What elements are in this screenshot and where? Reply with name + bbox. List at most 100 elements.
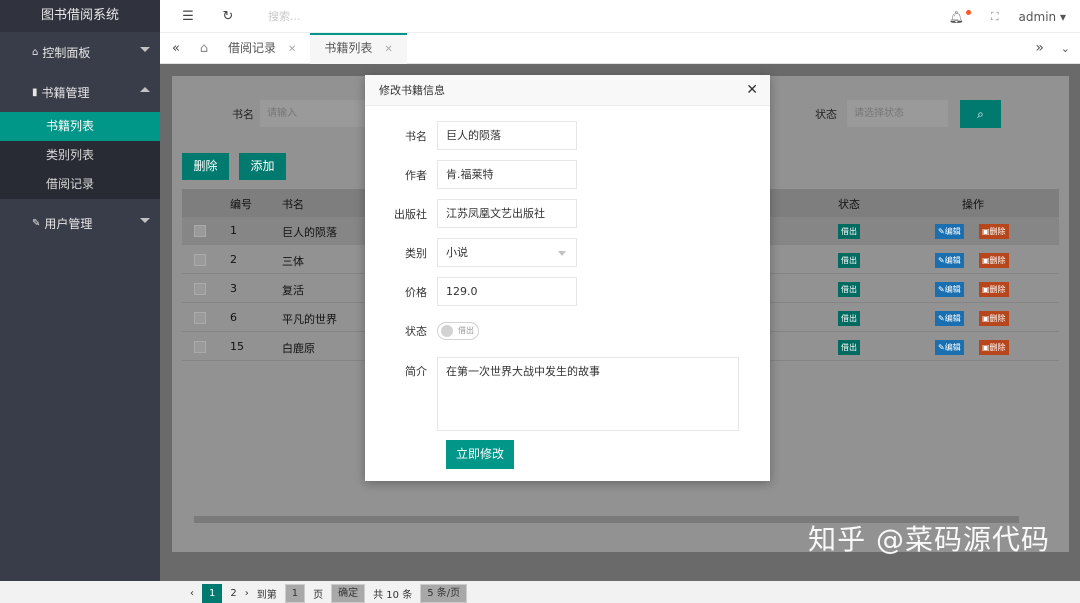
menu-fold-icon[interactable]: ☰ xyxy=(178,9,198,24)
close-icon[interactable]: ✕ xyxy=(746,75,758,106)
field-name: 书名 巨人的陨落 xyxy=(365,121,577,150)
row-delete-button[interactable]: ▣删除 xyxy=(979,224,1009,239)
th-id: 编号 xyxy=(230,196,252,212)
th-name: 书名 xyxy=(282,196,304,212)
status-badge: 借出 xyxy=(838,282,860,297)
intro-textarea[interactable]: 在第一次世界大战中发生的故事 xyxy=(437,357,739,431)
book-name-input[interactable]: 巨人的陨落 xyxy=(437,121,577,150)
page-current[interactable]: 1 xyxy=(202,584,222,603)
row-delete-button[interactable]: ▣删除 xyxy=(979,253,1009,268)
user-menu[interactable]: admin ▾ xyxy=(1019,10,1066,24)
modal-title: 修改书籍信息 xyxy=(379,84,445,97)
cell-id: 2 xyxy=(230,253,237,266)
price-input[interactable]: 129.0 xyxy=(437,277,577,306)
page-next-number[interactable]: 2 xyxy=(230,588,236,599)
chevron-down-icon xyxy=(140,218,150,223)
top-search-input[interactable]: 搜索... xyxy=(268,8,301,24)
filter-status-label: 状态 xyxy=(815,106,837,122)
total-count: 共 10 条 xyxy=(373,586,412,601)
home-icon: ⌂ xyxy=(32,47,38,58)
prev-page-icon[interactable]: ‹ xyxy=(190,588,194,599)
status-badge: 借出 xyxy=(838,311,860,326)
submit-edit-button[interactable]: 立即修改 xyxy=(446,440,514,469)
sidebar-item-books[interactable]: ▮ 书籍管理 xyxy=(0,72,160,112)
edit-button[interactable]: ✎编辑 xyxy=(935,311,964,326)
sidebar-item-dashboard[interactable]: ⌂ 控制面板 xyxy=(0,32,160,72)
submenu-books: 书籍列表 类别列表 借阅记录 xyxy=(0,112,160,199)
status-badge: 借出 xyxy=(838,340,860,355)
top-bar-right: 🔔︎ ⛶ admin ▾ xyxy=(949,0,1066,33)
add-button[interactable]: 添加 xyxy=(239,153,286,180)
tab-book-list[interactable]: 书籍列表 ✕ xyxy=(310,33,406,64)
notification-dot xyxy=(966,10,971,15)
delete-button[interactable]: 删除 xyxy=(182,153,229,180)
row-checkbox[interactable] xyxy=(194,254,206,266)
goto-confirm-button[interactable]: 确定 xyxy=(331,584,365,603)
pencil-icon: ✎ xyxy=(32,218,40,229)
search-icon: ⌕ xyxy=(977,107,984,121)
filter-name-input[interactable]: 请输入 xyxy=(260,100,380,127)
publisher-input[interactable]: 江苏凤凰文艺出版社 xyxy=(437,199,577,228)
row-delete-button[interactable]: ▣删除 xyxy=(979,340,1009,355)
sidebar-item-users[interactable]: ✎ 用户管理 xyxy=(0,203,160,243)
edit-button[interactable]: ✎编辑 xyxy=(935,282,964,297)
search-button[interactable]: ⌕ xyxy=(960,100,1001,128)
row-checkbox[interactable] xyxy=(194,225,206,237)
sidebar-item-label: 书籍管理 xyxy=(42,84,90,101)
cell-id: 3 xyxy=(230,282,237,295)
tabs-menu-icon[interactable]: ⌄ xyxy=(1061,42,1070,55)
row-delete-button[interactable]: ▣删除 xyxy=(979,311,1009,326)
fullscreen-icon[interactable]: ⛶ xyxy=(991,10,999,24)
page-size-select[interactable]: 5 条/页 xyxy=(420,584,467,603)
sidebar-item-borrow-records[interactable]: 借阅记录 xyxy=(0,170,160,199)
tab-borrow-records[interactable]: 借阅记录 ✕ xyxy=(214,33,310,64)
pagination: ‹ 1 2 › 到第 1 页 确定 共 10 条 5 条/页 xyxy=(190,584,467,603)
goto-input[interactable]: 1 xyxy=(285,584,305,603)
cell-name: 白鹿原 xyxy=(282,340,315,356)
book-icon: ▮ xyxy=(32,87,38,98)
row-checkbox[interactable] xyxy=(194,283,206,295)
edit-button[interactable]: ✎编辑 xyxy=(935,253,964,268)
edit-book-modal: 修改书籍信息 ✕ 书名 巨人的陨落 作者 肯.福莱特 出版社 江苏凤凰文艺出版社… xyxy=(365,75,770,481)
category-select[interactable]: 小说 xyxy=(437,238,577,267)
category-value: 小说 xyxy=(446,246,468,259)
modal-header: 修改书籍信息 ✕ xyxy=(365,75,770,106)
cell-id: 6 xyxy=(230,311,237,324)
top-bar: ☰ ↻ 搜索... 🔔︎ ⛶ admin ▾ xyxy=(160,0,1080,33)
field-price: 价格 129.0 xyxy=(365,277,577,306)
close-icon[interactable]: ✕ xyxy=(288,44,296,55)
next-page-icon[interactable]: › xyxy=(245,588,249,599)
field-category: 类别 小说 xyxy=(365,238,577,267)
field-status: 状态 借出 xyxy=(365,322,479,340)
row-checkbox[interactable] xyxy=(194,312,206,324)
field-label: 价格 xyxy=(365,284,437,300)
home-tab-icon[interactable]: ⌂ xyxy=(194,41,214,56)
app-logo: 图书借阅系统 xyxy=(0,0,160,32)
bell-icon[interactable]: 🔔︎ xyxy=(949,10,971,24)
close-icon[interactable]: ✕ xyxy=(384,44,392,55)
status-switch[interactable]: 借出 xyxy=(437,322,479,340)
goto-label: 到第 xyxy=(257,586,277,601)
author-input[interactable]: 肯.福莱特 xyxy=(437,160,577,189)
sidebar-item-book-list[interactable]: 书籍列表 xyxy=(0,112,160,141)
tab-label: 借阅记录 xyxy=(228,41,276,55)
tabs-prev-icon[interactable]: « xyxy=(166,41,186,56)
user-name: admin xyxy=(1019,10,1057,24)
edit-button[interactable]: ✎编辑 xyxy=(935,340,964,355)
refresh-icon[interactable]: ↻ xyxy=(218,9,238,24)
field-label: 书名 xyxy=(365,128,437,144)
switch-knob xyxy=(441,325,453,337)
edit-button[interactable]: ✎编辑 xyxy=(935,224,964,239)
row-checkbox[interactable] xyxy=(194,341,206,353)
status-badge: 借出 xyxy=(838,253,860,268)
status-badge: 借出 xyxy=(838,224,860,239)
page-unit: 页 xyxy=(313,586,323,601)
field-label: 类别 xyxy=(365,245,437,261)
row-delete-button[interactable]: ▣删除 xyxy=(979,282,1009,297)
sidebar-item-category-list[interactable]: 类别列表 xyxy=(0,141,160,170)
tabs-next-icon[interactable]: » xyxy=(1035,40,1044,56)
tab-label: 书籍列表 xyxy=(324,41,372,55)
filter-status-select[interactable]: 请选择状态 xyxy=(847,100,948,127)
cell-name: 三体 xyxy=(282,253,304,269)
field-label: 作者 xyxy=(365,167,437,183)
